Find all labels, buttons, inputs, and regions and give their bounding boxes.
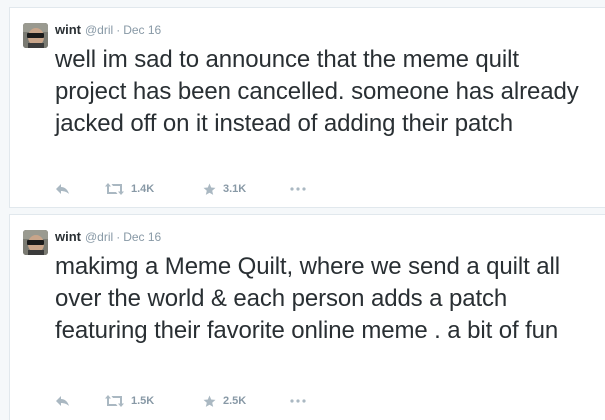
favorite-button[interactable]: 3.1K	[203, 183, 290, 196]
avatar-icon	[23, 230, 48, 255]
retweet-icon	[105, 183, 124, 195]
tweet-header: wint @dril · Dec 16	[55, 22, 161, 38]
tweet[interactable]: wint @dril · Dec 16 well im sad to announce…	[9, 7, 605, 208]
separator-dot: ·	[116, 230, 121, 244]
separator-dot: ·	[116, 23, 121, 37]
retweet-button[interactable]: 1.4K	[105, 183, 203, 195]
tweet-date[interactable]: Dec 16	[123, 23, 161, 37]
avatar-icon	[23, 23, 48, 48]
avatar[interactable]	[23, 230, 48, 255]
author-name[interactable]: wint	[55, 229, 81, 244]
retweet-button[interactable]: 1.5K	[105, 395, 203, 407]
tweet-text: makimg a Meme Quilt, where we send a qui…	[55, 253, 560, 344]
avatar[interactable]	[23, 23, 48, 48]
reply-button[interactable]	[55, 395, 105, 407]
tweet-header: wint @dril · Dec 16	[55, 229, 161, 245]
tweet-actions: 1.5K 2.5K	[55, 391, 320, 411]
reply-icon	[56, 396, 69, 406]
reply-icon	[56, 184, 69, 194]
tweet[interactable]: wint @dril · Dec 16 makimg a Meme Quilt, wh…	[9, 214, 605, 420]
more-button[interactable]	[290, 187, 320, 191]
tweet-text: well im sad to announce that the meme qu…	[55, 46, 579, 137]
favorite-count: 2.5K	[223, 395, 247, 407]
retweet-count: 1.5K	[131, 395, 155, 407]
timeline: wint @dril · Dec 16 well im sad to announce…	[9, 0, 605, 420]
star-icon	[203, 395, 216, 407]
more-dots-icon	[290, 187, 306, 191]
author-name[interactable]: wint	[55, 22, 81, 37]
favorite-button[interactable]: 2.5K	[203, 395, 290, 408]
more-dots-icon	[290, 399, 306, 403]
more-button[interactable]	[290, 399, 320, 403]
favorite-count: 3.1K	[223, 183, 247, 195]
tweet-date[interactable]: Dec 16	[123, 230, 161, 244]
reply-button[interactable]	[55, 183, 105, 195]
retweet-icon	[105, 395, 124, 407]
tweet-actions: 1.4K 3.1K	[55, 179, 320, 199]
author-handle[interactable]: @dril	[85, 230, 113, 244]
retweet-count: 1.4K	[131, 183, 155, 195]
author-handle[interactable]: @dril	[85, 23, 113, 37]
star-icon	[203, 183, 216, 195]
